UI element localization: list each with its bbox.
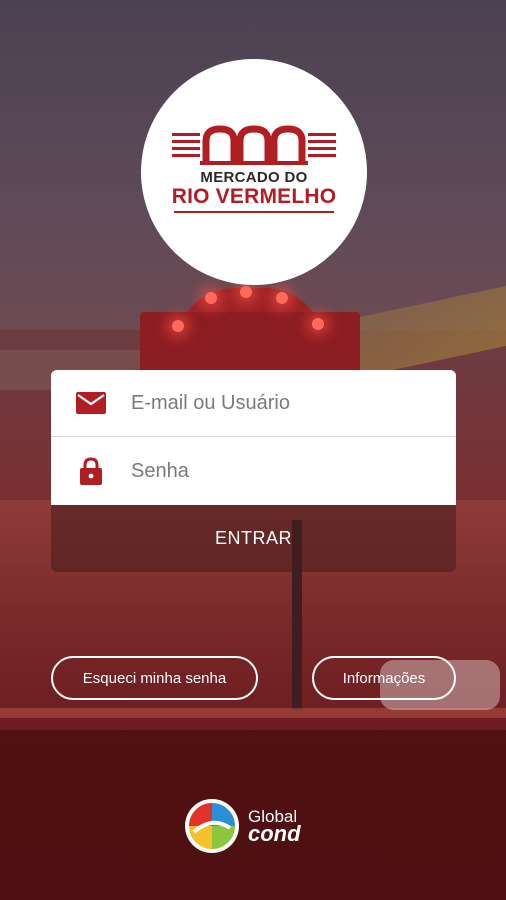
logo-text-rio-vermelho: RIO VERMELHO: [171, 185, 337, 208]
email-field-row[interactable]: [51, 370, 456, 437]
globalcond-globe-icon: [185, 799, 239, 853]
email-input[interactable]: [131, 391, 431, 415]
envelope-icon: [76, 388, 106, 418]
login-form: ENTRAR: [51, 370, 456, 572]
brand-word-cond: cond: [248, 820, 301, 846]
logo-underline: [174, 211, 334, 213]
globalcond-wordmark: Global cond: [248, 808, 301, 845]
password-field-row[interactable]: [51, 437, 456, 505]
market-arches-logo-icon: [172, 125, 336, 165]
login-button[interactable]: ENTRAR: [51, 505, 456, 572]
info-button[interactable]: Informações: [312, 656, 456, 700]
lock-icon: [76, 456, 106, 486]
forgot-password-button[interactable]: Esqueci minha senha: [51, 656, 258, 700]
globalcond-brand: Global cond: [184, 796, 334, 856]
password-input[interactable]: [131, 459, 431, 483]
logo-text-mercado: MERCADO DO: [200, 169, 308, 186]
app-logo: MERCADO DO RIO VERMELHO: [141, 59, 367, 285]
